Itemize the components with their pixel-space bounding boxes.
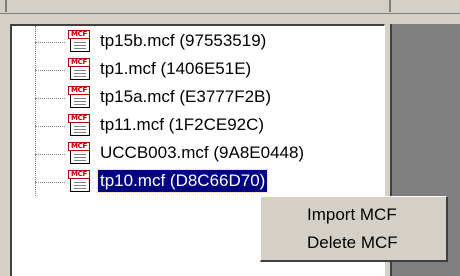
tree-connector-line — [35, 154, 65, 155]
tree-item-label[interactable]: UCCB003.mcf (9A8E0448) — [98, 142, 306, 164]
tree-item-label[interactable]: tp15a.mcf (E3777F2B) — [98, 86, 273, 108]
tree-item-label[interactable]: tp10.mcf (D8C66D70) — [96, 169, 269, 193]
import-mcf-menu-item[interactable]: Import MCF — [261, 201, 446, 229]
tree-connector-line — [35, 42, 65, 43]
panel-divider — [5, 0, 7, 12]
tree-connector-line — [35, 26, 36, 196]
tree-connector-line — [35, 70, 65, 71]
context-menu: Import MCF Delete MCF — [260, 196, 448, 262]
tree-item-label[interactable]: tp1.mcf (1406E51E) — [98, 58, 253, 80]
mcf-file-icon: MCF — [67, 30, 91, 52]
tree-connector-line — [35, 182, 65, 183]
mcf-file-icon: MCF — [67, 86, 91, 108]
tree-connector-line — [35, 98, 65, 99]
tree-connector-line — [35, 126, 65, 127]
top-toolbar-strip — [0, 0, 460, 14]
mcf-file-icon: MCF — [67, 58, 91, 80]
panel-divider — [389, 0, 391, 12]
tree-item-label[interactable]: tp11.mcf (1F2CE92C) — [98, 114, 266, 136]
mcf-file-icon: MCF — [67, 142, 91, 164]
tree-item-label[interactable]: tp15b.mcf (97553519) — [98, 30, 268, 52]
delete-mcf-menu-item[interactable]: Delete MCF — [261, 229, 446, 257]
mcf-file-icon: MCF — [67, 170, 91, 192]
mcf-file-icon: MCF — [67, 114, 91, 136]
